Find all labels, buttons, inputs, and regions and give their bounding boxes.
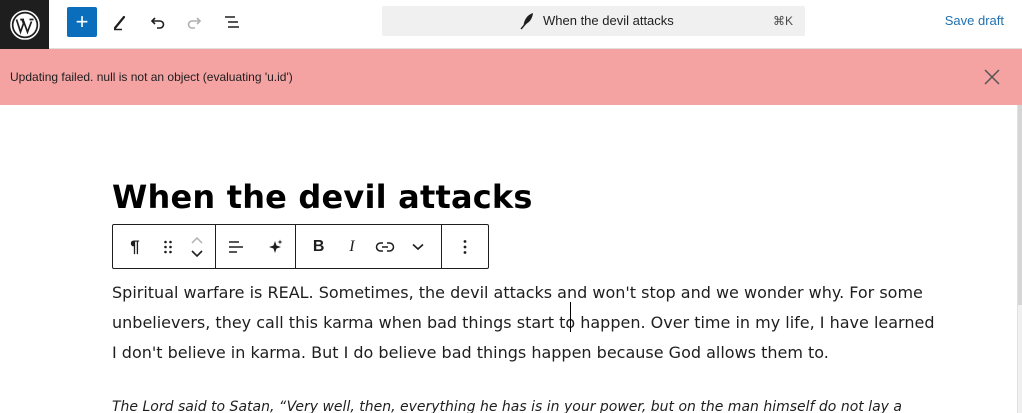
more-vertical-icon [463,239,467,254]
chevron-up-icon[interactable] [190,235,204,245]
notice-message: Updating failed. null is not an object (… [10,70,293,84]
text-cursor [570,302,571,332]
block-mover-group: ¶ [113,225,216,268]
italic-button[interactable]: I [337,225,367,268]
italic-icon: I [349,237,355,255]
document-overview-button[interactable] [220,10,244,34]
align-left-icon [228,240,243,253]
post-title[interactable]: When the devil attacks [112,178,533,216]
wordpress-logo-button[interactable] [0,0,49,49]
tools-button[interactable] [108,10,132,34]
wordpress-icon [9,9,40,40]
alignment-group [216,225,296,268]
quill-icon [520,13,533,30]
list-view-icon [225,16,239,28]
block-type-button[interactable]: ¶ [113,225,157,268]
move-buttons [179,225,215,268]
quote-paragraph[interactable]: The Lord said to Satan, “Very well, then… [112,399,902,413]
block-toolbar: ¶ B I [112,224,489,269]
paragraph-line[interactable]: unbelievers, they call this karma when b… [112,313,934,332]
link-icon [375,241,395,252]
pencil-icon [113,15,126,31]
redo-icon [187,17,202,29]
more-formats-button[interactable] [403,225,433,268]
sparkles-icon [269,239,283,253]
save-draft-button[interactable]: Save draft [945,13,1004,28]
add-block-button[interactable]: + [67,7,97,37]
chevron-down-icon[interactable] [190,249,204,259]
bold-button[interactable]: B [304,225,334,268]
drag-handle[interactable] [157,225,179,268]
paragraph-line[interactable]: I don't believe in karma. But I do belie… [112,343,829,362]
editor-header: + When the devil attacks ⌘K Save draft [0,0,1022,49]
undo-button[interactable] [145,10,169,34]
paragraph-icon: ¶ [130,236,140,256]
undo-icon [150,17,165,29]
close-icon[interactable] [982,67,1002,87]
ai-button[interactable] [258,225,292,268]
document-title: When the devil attacks [543,13,674,28]
bold-icon: B [312,237,325,255]
link-button[interactable] [370,225,400,268]
paragraph-line[interactable]: Spiritual warfare is REAL. Sometimes, th… [112,283,923,302]
error-notice: Updating failed. null is not an object (… [0,49,1022,105]
formatting-group: B I [296,225,442,268]
drag-handle-icon [164,240,172,253]
block-options-button[interactable] [445,225,485,268]
plus-icon: + [75,9,89,34]
chevron-down-icon [412,243,424,250]
align-button[interactable] [219,225,253,268]
keyboard-shortcut: ⌘K [772,14,793,28]
redo-button[interactable] [183,10,207,34]
options-group [442,225,488,268]
command-palette-bar[interactable]: When the devil attacks ⌘K [382,6,805,36]
scrollbar[interactable] [1017,105,1022,413]
